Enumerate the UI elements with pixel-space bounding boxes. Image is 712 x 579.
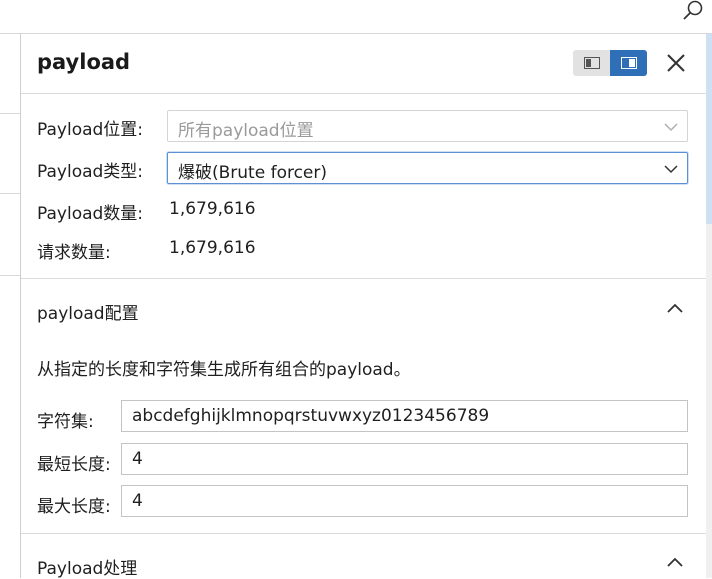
max-length-input[interactable] — [121, 485, 688, 517]
payload-type-select[interactable]: 爆破(Brute forcer) — [167, 152, 688, 184]
layout-left-button[interactable] — [573, 50, 610, 76]
request-count-value: 1,679,616 — [169, 238, 256, 258]
chevron-up-icon[interactable] — [665, 299, 685, 319]
payload-config-title[interactable]: payload配置 — [37, 299, 139, 324]
panel-title: payload — [37, 50, 131, 74]
chevron-up-icon[interactable] — [665, 553, 685, 573]
layout-right-button[interactable] — [610, 50, 647, 76]
max-length-label: 最大长度: — [37, 497, 111, 517]
panel-right-icon — [620, 57, 637, 69]
charset-input[interactable] — [121, 400, 688, 432]
chevron-down-icon — [664, 123, 678, 132]
close-button[interactable] — [662, 49, 690, 77]
payload-type-value: 爆破(Brute forcer) — [178, 163, 328, 183]
section-divider — [21, 533, 706, 534]
payload-position-label: Payload位置: — [37, 120, 144, 140]
charset-label: 字符集: — [37, 412, 94, 432]
background-divider — [0, 275, 20, 276]
chevron-down-icon — [664, 165, 678, 174]
scrollbar-thumb[interactable] — [705, 34, 712, 224]
payload-processing-title[interactable]: Payload处理 — [37, 554, 137, 579]
payload-count-value: 1,679,616 — [169, 199, 256, 219]
background-divider — [0, 113, 20, 114]
min-length-input[interactable] — [121, 443, 688, 475]
payload-config-description: 从指定的长度和字符集生成所有组合的payload。 — [37, 360, 411, 380]
payload-panel: payload Payload位置: 所有payload位置 Payload类型… — [20, 34, 706, 579]
section-divider — [21, 278, 706, 279]
payload-position-placeholder: 所有payload位置 — [178, 121, 314, 141]
min-length-label: 最短长度: — [37, 455, 111, 475]
search-icon[interactable] — [680, 0, 706, 22]
payload-position-select[interactable]: 所有payload位置 — [167, 110, 688, 142]
payload-type-label: Payload类型: — [37, 162, 144, 182]
payload-count-label: Payload数量: — [37, 204, 144, 224]
request-count-label: 请求数量: — [37, 243, 111, 263]
layout-toggle — [573, 50, 647, 76]
close-icon — [667, 54, 685, 72]
top-toolbar — [0, 0, 712, 34]
panel-header: payload — [21, 34, 706, 94]
panel-left-icon — [583, 57, 600, 69]
background-divider — [0, 193, 20, 194]
